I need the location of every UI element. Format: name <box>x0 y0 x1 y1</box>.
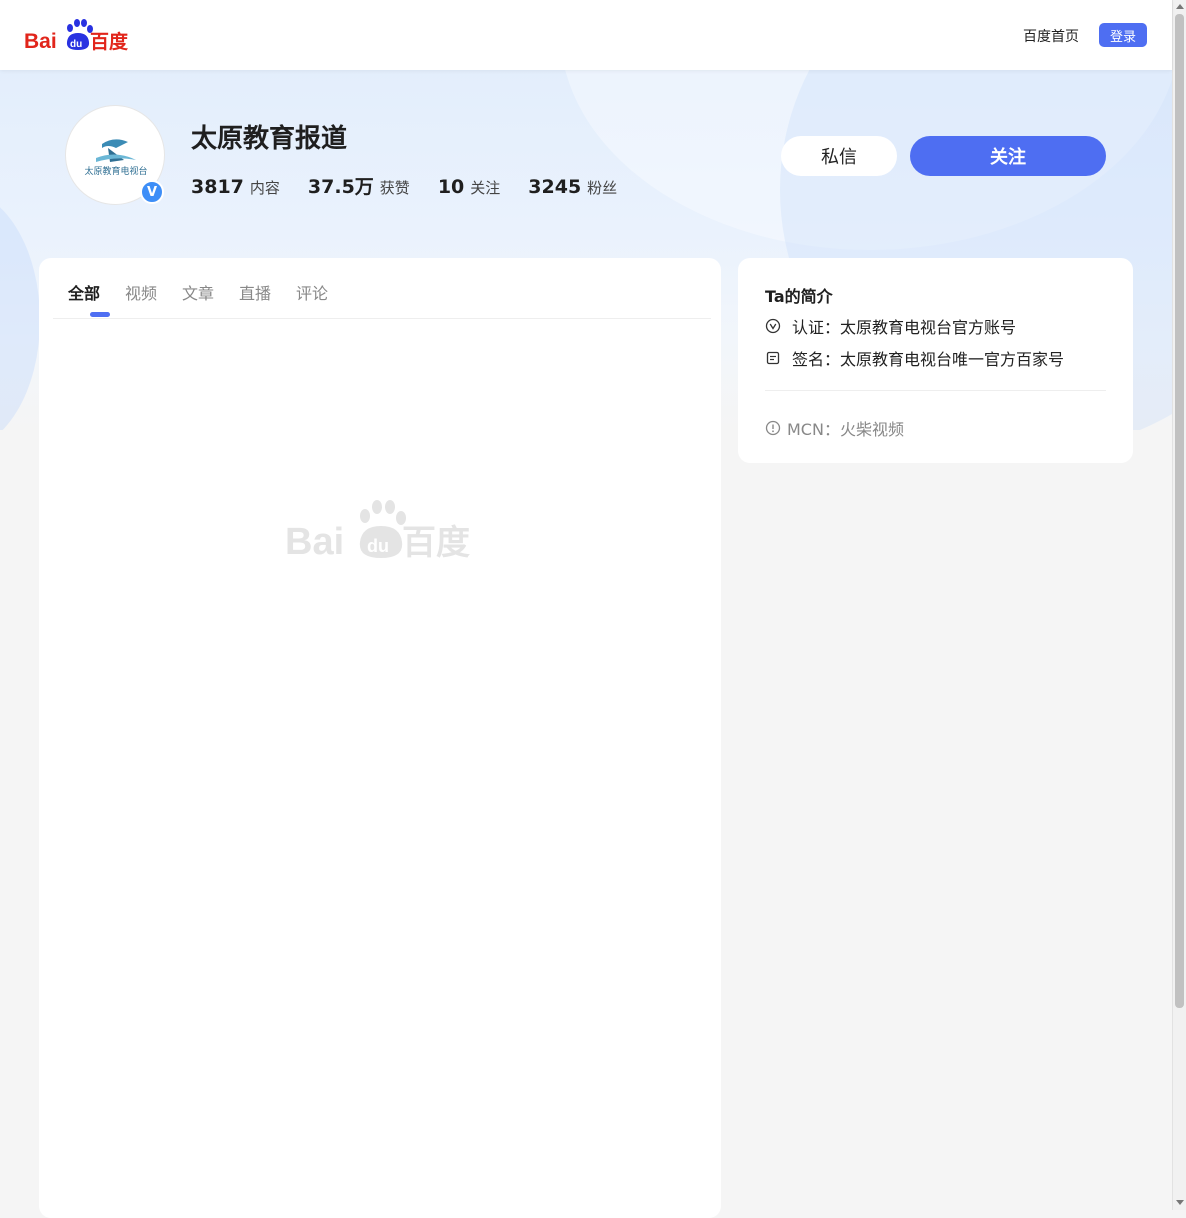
login-button[interactable]: 登录 <box>1099 23 1147 47</box>
svg-text:du: du <box>367 536 389 556</box>
stat-content: 3817 内容 <box>191 176 280 198</box>
tab-live[interactable]: 直播 <box>239 280 271 304</box>
active-tab-indicator <box>90 312 110 317</box>
stat-value: 10 <box>437 176 465 198</box>
baidu-logo[interactable]: Bai du 百度 <box>24 18 134 52</box>
stat-following[interactable]: 10 关注 <box>438 176 500 198</box>
svg-text:Bai: Bai <box>285 521 344 563</box>
svg-text:Bai: Bai <box>24 30 57 52</box>
stat-label: 粉丝 <box>587 179 618 197</box>
profile-stats: 3817 内容 37.5万 获赞 10 关注 3245 粉丝 <box>191 172 645 199</box>
baidu-home-link[interactable]: 百度首页 <box>1023 26 1079 46</box>
private-message-button[interactable]: 私信 <box>781 136 897 176</box>
stat-value: 37.5万 <box>307 176 374 198</box>
profile-name: 太原教育报道 <box>191 124 348 154</box>
content-panel: 全部 视频 文章 直播 评论 Bai du 百度 <box>39 258 721 1218</box>
signature-row: 签名：太原教育电视台唯一官方百家号 <box>765 346 1064 370</box>
content-tabs: 全部 视频 文章 直播 评论 <box>53 258 711 319</box>
intro-title: Ta的简介 <box>765 287 833 306</box>
stat-label: 获赞 <box>379 179 410 197</box>
svg-text:太原教育电视台: 太原教育电视台 <box>84 165 147 177</box>
tab-comment[interactable]: 评论 <box>296 280 328 304</box>
follow-button[interactable]: 关注 <box>910 136 1106 176</box>
stat-value: 3245 <box>528 176 582 198</box>
scroll-down-arrow-icon[interactable] <box>1176 1200 1184 1205</box>
mcn-text: MCN：火柴视频 <box>787 420 904 439</box>
tab-all[interactable]: 全部 <box>68 280 100 304</box>
stat-label: 关注 <box>470 179 501 197</box>
stat-likes: 37.5万 获赞 <box>308 172 410 199</box>
svg-text:百度: 百度 <box>90 30 129 52</box>
signature-text: 签名：太原教育电视台唯一官方百家号 <box>792 350 1065 369</box>
tab-article[interactable]: 文章 <box>182 280 214 304</box>
svg-text:百度: 百度 <box>402 523 470 563</box>
scroll-up-arrow-icon[interactable] <box>1176 4 1184 9</box>
stat-fans[interactable]: 3245 粉丝 <box>528 176 617 198</box>
stat-label: 内容 <box>249 179 280 197</box>
tab-video[interactable]: 视频 <box>125 280 157 304</box>
svg-text:du: du <box>70 39 82 50</box>
intro-card: Ta的简介 认证：太原教育电视台官方账号 签名：太原教育电视台唯一官方百家号 M… <box>738 258 1133 463</box>
document-icon <box>766 351 780 365</box>
stat-value: 3817 <box>191 176 244 198</box>
scrollbar-thumb[interactable] <box>1175 14 1184 1008</box>
top-header: Bai du 百度 百度首页 登录 <box>0 0 1172 70</box>
certification-text: 认证：太原教育电视台官方账号 <box>792 318 1017 337</box>
info-circle-icon <box>765 420 781 436</box>
page-scrollbar[interactable] <box>1172 0 1186 1210</box>
certification-row: 认证：太原教育电视台官方账号 <box>765 314 1016 338</box>
intro-divider <box>765 390 1106 391</box>
check-circle-icon <box>765 318 781 334</box>
verified-badge-icon: V <box>140 180 164 204</box>
loading-placeholder-logo: Bai du 百度 <box>285 500 470 563</box>
mcn-row: MCN：火柴视频 <box>765 416 904 440</box>
